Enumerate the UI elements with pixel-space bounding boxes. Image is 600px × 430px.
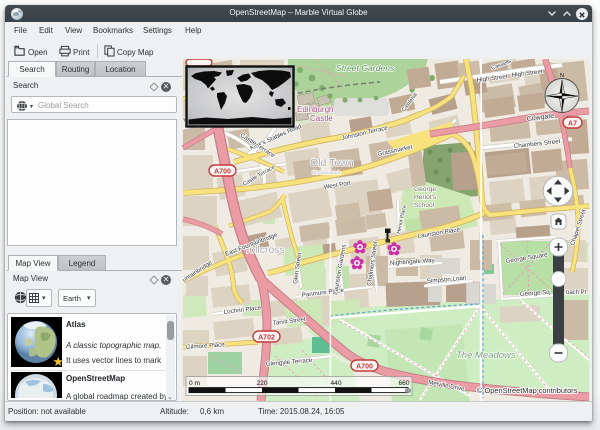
svg-text:0 m: 0 m [189,380,200,387]
svg-text:440: 440 [330,380,341,387]
svg-text:A702: A702 [258,335,275,342]
svg-text:Heriot's: Heriot's [414,194,437,201]
svg-text:A700: A700 [356,364,373,371]
svg-text:A7: A7 [568,121,577,128]
svg-text:School: School [414,202,435,209]
svg-text:Castle: Castle [310,114,333,123]
svg-text:Edinburgh: Edinburgh [297,105,333,114]
svg-text:Dhruimsneach: Dhruimsneach [312,170,341,175]
svg-text:George: George [414,186,436,193]
svg-text:660: 660 [398,380,409,387]
svg-text:The Meadows: The Meadows [456,350,516,361]
svg-text:N: N [560,73,564,79]
svg-text:A700: A700 [214,169,231,176]
svg-text:Old Town: Old Town [310,157,354,169]
svg-text:220: 220 [256,380,267,387]
svg-text:Street Gardens: Street Gardens [336,63,395,73]
svg-text:oach Pl: oach Pl [566,290,586,296]
svg-text:© OpenStreetMap contributors: © OpenStreetMap contributors [477,386,578,395]
